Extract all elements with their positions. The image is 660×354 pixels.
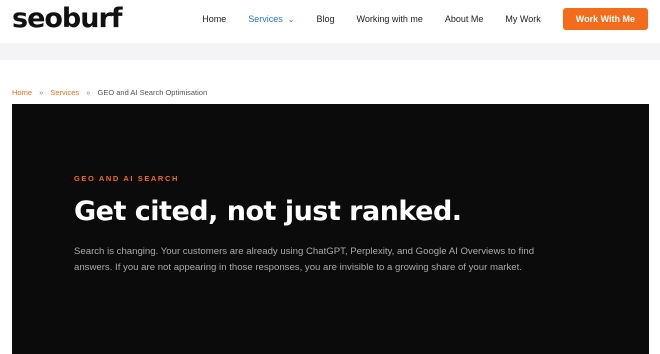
nav-home[interactable]: Home — [202, 14, 226, 24]
work-with-me-button[interactable]: Work With Me — [562, 8, 648, 30]
chevron-down-icon: ⌄ — [287, 15, 295, 24]
breadcrumb-separator: » — [39, 88, 44, 97]
hero-eyebrow: GEO AND AI SEARCH — [74, 174, 179, 183]
breadcrumb-services[interactable]: Services — [50, 88, 79, 97]
main-nav: Home Services ⌄ Blog Working with me Abou… — [202, 0, 660, 38]
hero-subtext: Search is changing. Your customers are a… — [74, 246, 535, 273]
nav-services[interactable]: Services ⌄ — [248, 14, 294, 24]
breadcrumb-home[interactable]: Home — [12, 88, 32, 97]
breadcrumb-separator: » — [86, 88, 91, 97]
hero-headline: Get cited, not just ranked. — [74, 196, 462, 227]
nav-services-label: Services — [248, 14, 283, 24]
nav-working-with-me[interactable]: Working with me — [357, 14, 423, 24]
breadcrumb-current: GEO and AI Search Optimisation — [97, 88, 208, 97]
site-header: seoburf Home Services ⌄ Blog Working with… — [0, 0, 660, 43]
header-divider-band — [0, 43, 660, 60]
hero-section: GEO AND AI SEARCH Get cited, not just ra… — [12, 104, 649, 354]
nav-my-work[interactable]: My Work — [505, 14, 540, 24]
site-logo[interactable]: seoburf — [12, 4, 123, 34]
nav-about-me[interactable]: About Me — [445, 14, 484, 24]
nav-blog[interactable]: Blog — [316, 14, 334, 24]
breadcrumb: Home » Services » GEO and AI Search Opti… — [12, 88, 207, 97]
